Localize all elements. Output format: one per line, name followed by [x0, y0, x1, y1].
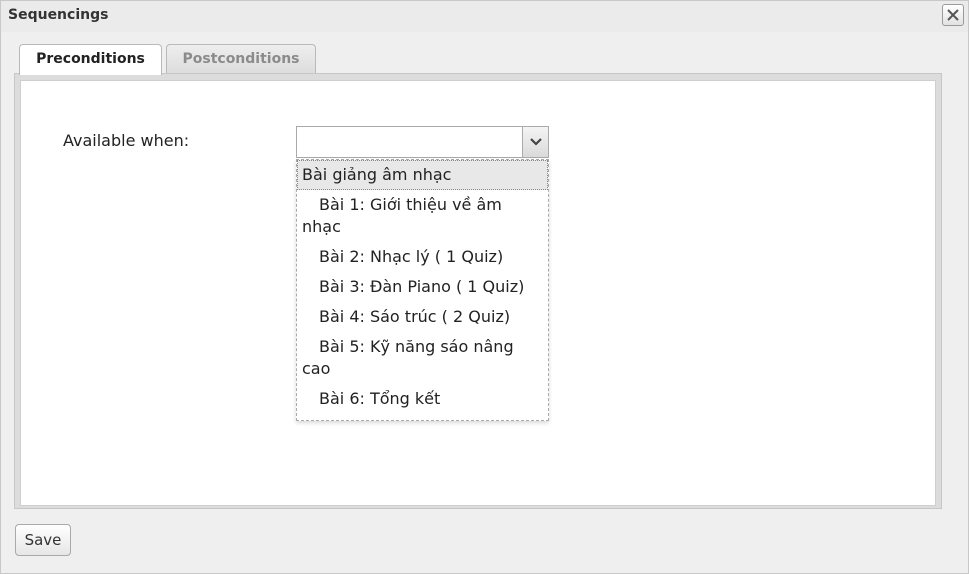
- tab-postconditions[interactable]: Postconditions: [166, 44, 316, 74]
- tab-preconditions[interactable]: Preconditions: [19, 44, 162, 75]
- option-bai-5[interactable]: Bài 5: Kỹ năng sáo nâng cao: [297, 332, 548, 384]
- option-bai-2[interactable]: Bài 2: Nhạc lý ( 1 Quiz): [297, 242, 548, 272]
- option-group-bai-giang-am-nhac[interactable]: Bài giảng âm nhạc: [297, 160, 548, 190]
- option-bai-6[interactable]: Bài 6: Tổng kết: [297, 384, 548, 414]
- option-bai-4[interactable]: Bài 4: Sáo trúc ( 2 Quiz): [297, 302, 548, 332]
- option-bai-1[interactable]: Bài 1: Giới thiệu về âm nhạc: [297, 190, 548, 242]
- dialog-titlebar: Sequencings: [1, 1, 968, 32]
- select-arrow-button[interactable]: [522, 127, 548, 157]
- dialog-title: Sequencings: [8, 7, 109, 23]
- chevron-down-icon: [530, 138, 542, 146]
- available-when-dropdown-list: Bài giảng âm nhạc Bài 1: Giới thiệu về â…: [296, 159, 549, 421]
- available-when-select[interactable]: [296, 126, 549, 158]
- close-button[interactable]: [942, 4, 964, 26]
- save-button[interactable]: Save: [15, 524, 71, 556]
- available-when-label: Available when:: [63, 131, 190, 150]
- sequencings-dialog: Sequencings Preconditions Postconditions…: [0, 0, 969, 574]
- close-icon: [947, 9, 959, 21]
- option-bai-3[interactable]: Bài 3: Đàn Piano ( 1 Quiz): [297, 272, 548, 302]
